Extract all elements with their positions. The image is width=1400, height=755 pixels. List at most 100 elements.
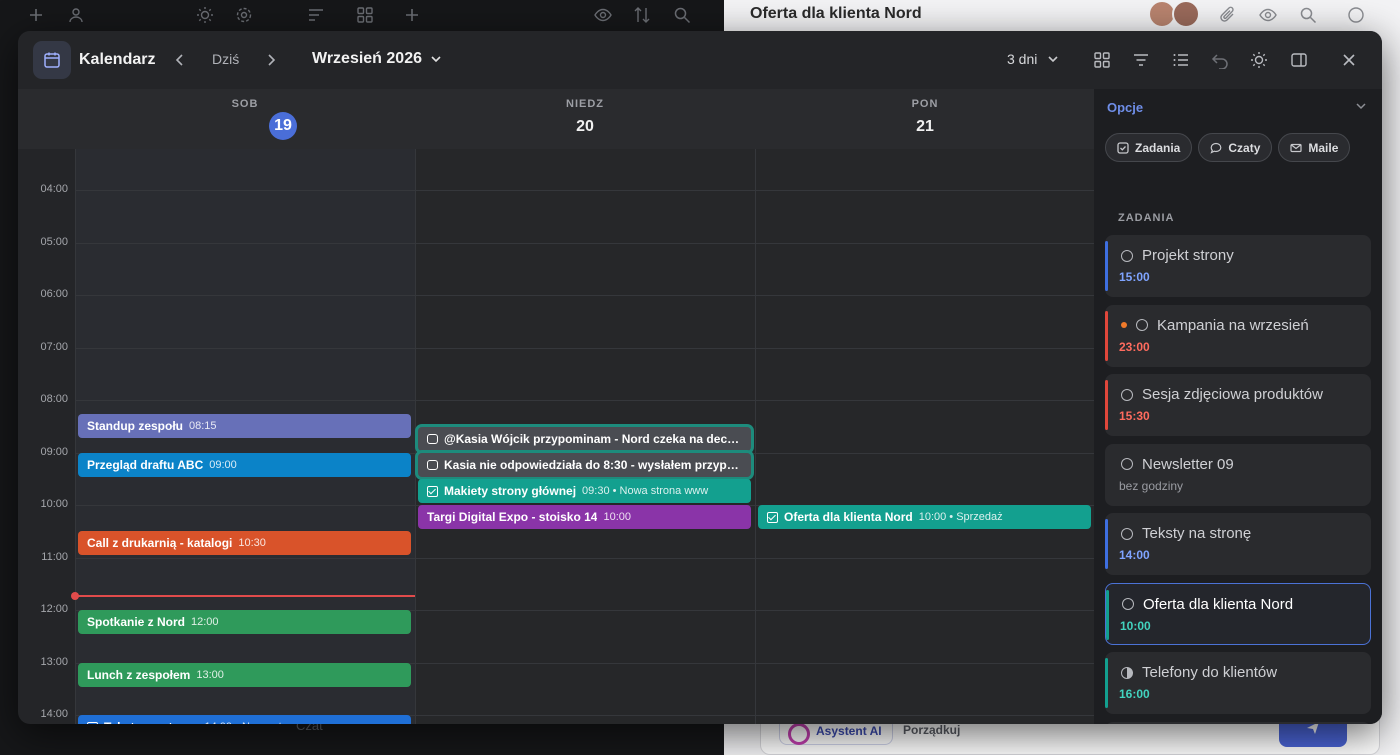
search-icon[interactable] bbox=[672, 5, 692, 25]
chevron-right-icon[interactable] bbox=[260, 49, 282, 71]
paperclip-icon[interactable] bbox=[1218, 5, 1238, 25]
circle-status-icon[interactable] bbox=[1121, 249, 1133, 262]
sun-icon[interactable] bbox=[1249, 50, 1269, 70]
avatar-group[interactable] bbox=[1148, 0, 1200, 28]
chip-tasks[interactable]: Zadania bbox=[1105, 133, 1193, 162]
task-card[interactable]: Sesja zdjęciowa produktów 15:30 bbox=[1105, 374, 1371, 436]
calendar-event-block[interactable]: Lunch z zespołem 13:00 bbox=[78, 663, 411, 687]
today-button[interactable]: Dziś bbox=[212, 51, 239, 67]
calendar-task-block[interactable]: Makiety strony głównej 09:30 • Nowa stron… bbox=[418, 479, 751, 503]
calendar-event-block[interactable]: Przegląd draftu ABC 09:00 bbox=[78, 453, 411, 477]
day-header-sun[interactable]: NIEDZ 20 bbox=[415, 89, 755, 149]
filter-chips: Zadania Czaty Maile bbox=[1105, 133, 1351, 162]
task-card[interactable]: Kampania na wrzesień 23:00 bbox=[1105, 304, 1371, 367]
event-time: 10:30 bbox=[238, 537, 266, 549]
event-time: 09:30 • Nowa strona www bbox=[582, 485, 709, 497]
task-name-row: Projekt strony bbox=[1121, 247, 1234, 264]
time-label: 09:00 bbox=[40, 445, 68, 458]
circle-status-icon[interactable] bbox=[1122, 598, 1134, 610]
month-selector[interactable]: Wrzesień 2026 bbox=[312, 50, 442, 68]
task-card[interactable]: Oferta dla klienta Nord 10:00 bbox=[1105, 582, 1371, 645]
hour-line bbox=[75, 400, 1094, 401]
time-label: 07:00 bbox=[40, 340, 68, 353]
circle-status-icon[interactable] bbox=[1121, 388, 1133, 401]
current-time-line bbox=[75, 595, 415, 597]
event-title: Oferta dla klienta Nord bbox=[784, 510, 913, 524]
calendar-icon[interactable] bbox=[33, 41, 71, 79]
grid-view-icon[interactable] bbox=[1092, 50, 1112, 70]
grid-icon[interactable] bbox=[355, 5, 375, 25]
calendar-event-block[interactable]: Targi Digital Expo - stoisko 14 10:00 bbox=[418, 505, 751, 529]
day-date: 21 bbox=[916, 118, 934, 135]
event-time: 12:00 bbox=[191, 616, 219, 628]
sort-icon[interactable] bbox=[632, 5, 652, 25]
gear-icon[interactable] bbox=[234, 5, 254, 25]
task-card[interactable]: Makiety strony głównej bbox=[1105, 721, 1371, 724]
time-label: 05:00 bbox=[40, 235, 68, 248]
chevron-down-icon[interactable] bbox=[1354, 99, 1368, 113]
filter-icon[interactable] bbox=[1131, 50, 1151, 70]
eye-icon[interactable] bbox=[1258, 5, 1278, 25]
calendar-reminder-block[interactable]: Kasia nie odpowiedziała do 8:30 - wysłał… bbox=[418, 453, 751, 477]
calendar-event-block[interactable]: Spotkanie z Nord 12:00 bbox=[78, 610, 411, 634]
day-column-mon[interactable] bbox=[755, 149, 1094, 724]
list-filter-icon[interactable] bbox=[306, 5, 326, 25]
column-divider bbox=[755, 149, 756, 724]
chip-label: Maile bbox=[1308, 140, 1339, 155]
view-selector[interactable]: 3 dni bbox=[1007, 51, 1059, 67]
bot-icon bbox=[427, 460, 438, 470]
day-header-mon[interactable]: PON 21 bbox=[755, 89, 1095, 149]
view-label: 3 dni bbox=[1007, 51, 1038, 67]
chevron-down-icon bbox=[1048, 56, 1058, 63]
chip-label: Zadania bbox=[1135, 140, 1181, 155]
half-circle-status-icon[interactable] bbox=[1121, 666, 1133, 679]
calendar-reminder-block[interactable]: @Kasia Wójcik przypominam - Nord czeka n… bbox=[418, 427, 751, 451]
event-title: Call z drukarnią - katalogi bbox=[87, 536, 233, 550]
calendar-event-block[interactable]: Standup zespołu 08:15 bbox=[78, 414, 411, 438]
chip-mails[interactable]: Maile bbox=[1278, 133, 1351, 162]
list-icon[interactable] bbox=[1171, 50, 1191, 70]
event-title: Makiety strony głównej bbox=[444, 484, 577, 498]
circle-status-icon[interactable] bbox=[1136, 319, 1148, 331]
event-time: 10:00 • Sprzedaż bbox=[918, 511, 1003, 523]
month-label: Wrzesień 2026 bbox=[312, 50, 422, 67]
task-card[interactable]: Projekt strony 15:00 bbox=[1105, 235, 1371, 297]
undo-icon[interactable] bbox=[1210, 50, 1230, 70]
task-card[interactable]: Teksty na stronę 14:00 bbox=[1105, 513, 1371, 575]
task-time: bez godziny bbox=[1119, 478, 1184, 493]
time-grid[interactable]: 04:00 05:00 06:00 07:00 08:00 09:00 10:00 11:00… bbox=[18, 149, 1094, 724]
options-label[interactable]: Opcje bbox=[1107, 100, 1143, 115]
task-name: Sesja zdjęciowa produktów bbox=[1142, 386, 1323, 403]
calendar-task-block[interactable]: Teksty na stronę 14:00 • Nowa strona bbox=[78, 715, 411, 724]
task-card[interactable]: Telefony do klientów 16:00 bbox=[1105, 652, 1371, 714]
plus-icon[interactable] bbox=[26, 5, 46, 25]
eye-icon[interactable] bbox=[593, 5, 613, 25]
circle-status-icon[interactable] bbox=[1121, 527, 1133, 540]
background-record-title: Oferta dla klienta Nord bbox=[750, 5, 922, 22]
chip-chats[interactable]: Czaty bbox=[1198, 133, 1273, 162]
plus-icon[interactable] bbox=[402, 5, 422, 25]
checkbox-icon bbox=[767, 511, 778, 523]
task-time: 23:00 bbox=[1119, 339, 1150, 354]
circle-icon[interactable] bbox=[1346, 5, 1366, 25]
sidebar-toggle-icon[interactable] bbox=[1289, 50, 1309, 70]
task-name-row: Telefony do klientów bbox=[1121, 664, 1277, 681]
close-icon[interactable] bbox=[1339, 50, 1359, 70]
user-icon[interactable] bbox=[66, 5, 86, 25]
day-name: NIEDZ bbox=[566, 98, 604, 110]
sun-icon[interactable] bbox=[195, 5, 215, 25]
hour-line bbox=[75, 347, 1094, 349]
calendar-toolbar: Kalendarz Dziś Wrzesień 2026 3 dni bbox=[18, 31, 1382, 89]
column-divider bbox=[415, 149, 416, 724]
calendar-event-block[interactable]: Call z drukarnią - katalogi 10:30 bbox=[78, 531, 411, 555]
task-card[interactable]: Newsletter 09 bez godziny bbox=[1105, 443, 1371, 506]
calendar-task-block[interactable]: Oferta dla klienta Nord 10:00 • Sprzedaż bbox=[758, 505, 1091, 529]
circle-status-icon[interactable] bbox=[1121, 458, 1133, 470]
tidy-button[interactable]: Porządkuj bbox=[903, 723, 960, 737]
day-header-sat[interactable]: SOB 19 bbox=[75, 89, 415, 149]
chevron-left-icon[interactable] bbox=[169, 49, 191, 71]
task-name: Oferta dla klienta Nord bbox=[1143, 595, 1294, 613]
avatar[interactable] bbox=[1172, 0, 1200, 28]
task-name: Telefony do klientów bbox=[1142, 664, 1278, 681]
search-icon[interactable] bbox=[1298, 5, 1318, 25]
